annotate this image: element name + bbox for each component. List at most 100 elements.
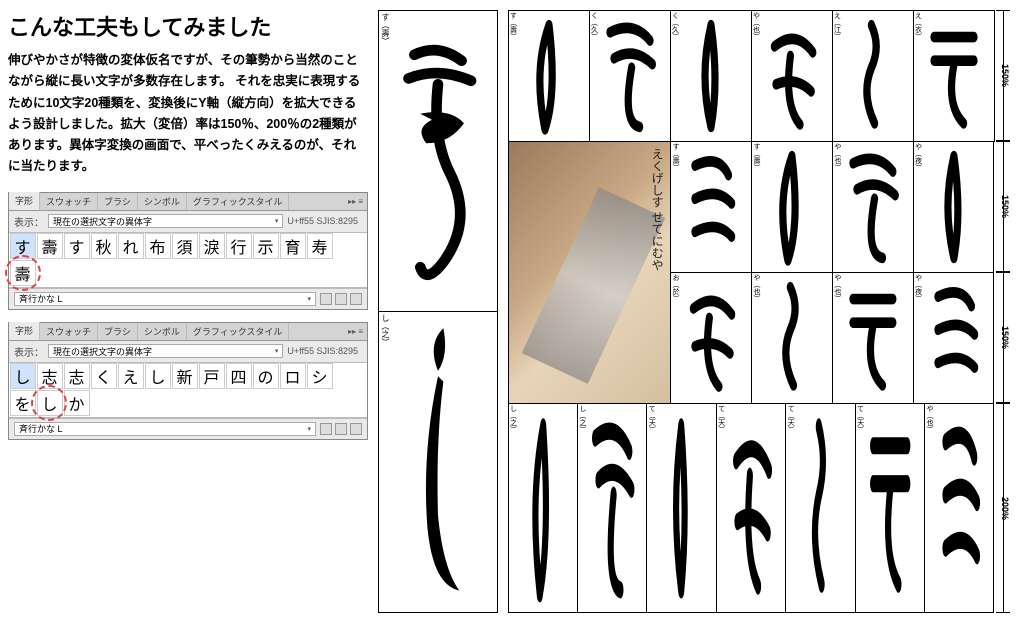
glyph-grid-2: し志志くえし新戸四のロシをしか [9,362,367,418]
variant-glyph-cell: て（天） [646,403,716,614]
glyph-cell[interactable]: れ [118,233,144,259]
glyph-tag: お（於） [672,274,679,302]
variant-glyph-cell: や（也） [751,272,833,404]
panel-tab-brush[interactable]: ブラシ [98,193,138,210]
glyph-cell[interactable]: し [10,363,36,389]
variant-glyph-cell: や（夜） [913,141,995,273]
scale-label: 150% [994,10,1016,141]
variant-glyph-cell: く（久） [670,10,752,142]
glyph-cell[interactable]: シ [307,363,333,389]
unicode-info: U+ff55 SJIS:8295 [287,346,362,356]
glyph-cell[interactable]: く [91,363,117,389]
variant-glyph-cell: て（天） [785,403,855,614]
glyph-cell[interactable]: 壽 [37,233,63,259]
glyph-cell[interactable]: 壽 [10,260,36,286]
variant-glyph-cell: す（壽） [670,141,752,273]
glyph-cell[interactable]: え [118,363,144,389]
variant-glyph-cell: て（天） [716,403,786,614]
show-label: 表示： [14,344,44,359]
zoom-in-icon[interactable] [335,293,347,305]
panel-tab-gfxstyle[interactable]: グラフィックスタイル [187,323,290,340]
glyph-cell[interactable]: 秋 [91,233,117,259]
glyph-cell[interactable]: の [253,363,279,389]
font-select[interactable]: 斉行かな L [14,292,316,306]
glyph-cell[interactable]: し [145,363,171,389]
variant-glyph-cell: や（也） [832,141,914,273]
trash-icon[interactable] [350,423,362,435]
glyph-tag: く（久） [591,12,598,40]
glyph-tag: や（也） [753,274,760,302]
glyph-cell[interactable]: 新 [172,363,198,389]
glyph-cell[interactable]: か [64,390,90,416]
glyph-cell[interactable]: ロ [280,363,306,389]
font-select[interactable]: 斉行かな L [14,422,316,436]
variant-glyph-cell: く（久） [589,10,671,142]
glyph-cell[interactable]: 示 [253,233,279,259]
glyph-cell[interactable]: す [64,233,90,259]
zoom-out-icon[interactable] [320,293,332,305]
glyph-cell[interactable]: 須 [172,233,198,259]
variant-glyph-cell: お（於） [670,272,752,404]
glyph-tag: し（之） [579,405,586,433]
glyph-tag: す（壽） [672,143,679,171]
glyph-tag: て（天） [787,405,794,433]
glyph-tag: て（天） [648,405,655,433]
glyph-cell[interactable]: を [10,390,36,416]
panel-tab-glyph[interactable]: 字形 [9,192,40,210]
variant-glyph-cell: し（之） [508,403,578,614]
glyph-grid-1: す壽す秋れ布須淚行示育寿壽 [9,232,367,288]
scale-label: 200% [994,403,1016,613]
glyph-cell[interactable]: し [37,390,63,416]
glyph-tag: し（之） [381,314,389,346]
glyph-cell[interactable]: 淚 [199,233,225,259]
glyph-tag: て（天） [718,405,725,433]
variant-glyph-cell: や（也） [832,272,914,404]
panel-collapse-icon[interactable]: ▸▸ ≡ [344,197,367,206]
sample-glyph-shi: し（之） [378,312,498,613]
glyph-cell[interactable]: す [10,233,36,259]
panel-tab-swatch[interactable]: スウォッチ [40,323,98,340]
variant-glyph-cell: え（江） [832,10,914,142]
glyph-cell[interactable]: 寿 [307,233,333,259]
glyph-tag: く（久） [672,12,679,40]
glyph-filter-select[interactable]: 現在の選択文字の異体字 [48,214,283,228]
zoom-out-icon[interactable] [320,423,332,435]
glyph-tag: や（也） [834,274,841,302]
panel-tab-gfxstyle[interactable]: グラフィックスタイル [187,193,290,210]
glyph-cell[interactable]: 志 [64,363,90,389]
variant-glyph-cell: や（夜） [913,272,995,404]
panel-collapse-icon[interactable]: ▸▸ ≡ [344,327,367,336]
glyph-filter-select[interactable]: 現在の選択文字の異体字 [48,344,283,358]
glyph-tag: や（也） [753,12,760,40]
body-paragraph: 伸びやかさが特徴の変体仮名ですが、その筆勢から当然のことながら縦に長い文字が多数… [8,50,368,178]
variant-glyph-cell: て（天） [855,403,925,614]
glyph-cell[interactable]: 育 [280,233,306,259]
variant-glyph-cell: え（衣） [913,10,995,142]
show-label: 表示： [14,214,44,229]
trash-icon[interactable] [350,293,362,305]
panel-tab-swatch[interactable]: スウォッチ [40,193,98,210]
page-heading: こんな工夫もしてみました [8,10,368,42]
glyph-tag: え（江） [834,12,841,40]
panel-tab-brush[interactable]: ブラシ [98,323,138,340]
glyphs-panel-1: 字形 スウォッチ ブラシ シンボル グラフィックスタイル ▸▸ ≡ 表示： 現在… [8,192,368,310]
zoom-in-icon[interactable] [335,423,347,435]
glyph-cell[interactable]: 四 [226,363,252,389]
panel-tab-glyph[interactable]: 字形 [9,322,40,340]
photo-caption: えくげしす せてにむや [649,148,665,271]
variant-glyph-cell: す（壽） [751,141,833,273]
glyph-cell[interactable]: 布 [145,233,171,259]
panel-tab-symbol[interactable]: シンボル [138,323,187,340]
scale-label: 150% [994,141,1016,272]
glyph-tag: て（天） [857,405,864,433]
sushi-photo: えくげしす せてにむや [508,141,672,404]
glyph-tag: す（壽） [753,143,760,171]
scale-label: 150% [994,272,1016,403]
glyph-cell[interactable]: 行 [226,233,252,259]
glyph-cell[interactable]: 志 [37,363,63,389]
glyph-tag: す（壽） [381,13,389,45]
variant-glyph-cell: や（也） [924,403,994,614]
panel-tab-symbol[interactable]: シンボル [138,193,187,210]
glyph-cell[interactable]: 戸 [199,363,225,389]
glyphs-panel-2: 字形 スウォッチ ブラシ シンボル グラフィックスタイル ▸▸ ≡ 表示： 現在… [8,322,368,440]
